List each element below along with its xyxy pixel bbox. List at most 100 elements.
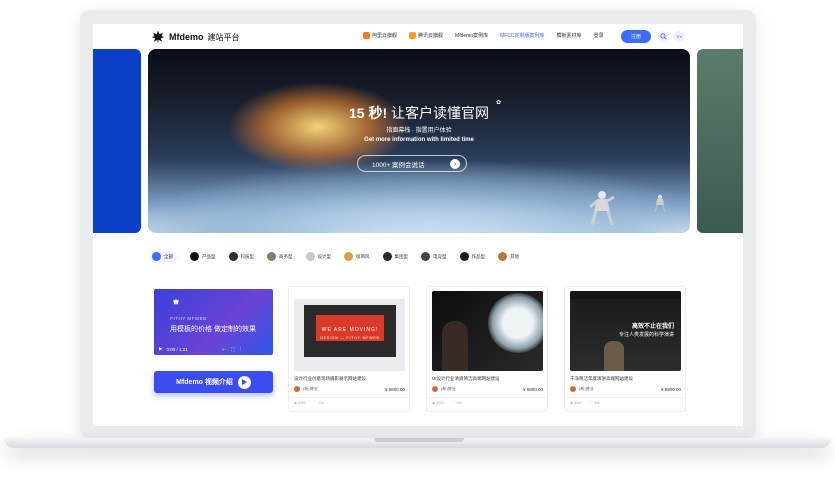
category-design[interactable]: 设计型 — [305, 252, 332, 261]
category-business[interactable]: 商务型 — [267, 252, 293, 261]
eye-icon: ◉ 8967 — [570, 401, 582, 405]
register-button[interactable]: 注册 — [621, 30, 651, 43]
fullscreen-icon[interactable]: ⛶ — [231, 347, 234, 352]
laptop-base — [4, 438, 831, 448]
category-avatar — [382, 252, 392, 261]
hero-cta-button[interactable]: 1000+ 案例会说话 › — [357, 155, 467, 172]
video-controls: ▶ 0:00 / 1:21 🔈 ⛶ ⋮ — [154, 343, 273, 355]
video-intro-button[interactable]: Mfdemo 视频介绍 — [154, 371, 273, 393]
category-avatar — [190, 252, 199, 261]
heart-icon: ♡ 134 — [313, 401, 324, 405]
category-avatar — [421, 252, 430, 261]
category-label: 设计型 — [317, 253, 332, 259]
nav-item-cases[interactable]: Mfdemo案例库 — [455, 32, 488, 39]
nav-label: 腾讯云旗舰 — [418, 33, 444, 39]
laptop-notch — [374, 438, 464, 442]
case-stats: ◉ 6980 ♡ 134 — [294, 401, 324, 405]
hero-banner: 15 秒! 让客户读懂官网 ✿ 指面幕栈 · 指置用户体验 Get more i… — [148, 49, 690, 233]
thumb-headline: 高效不止在我们 — [631, 324, 674, 330]
hand-cursor-icon: ✿ — [496, 100, 502, 106]
tencent-badge-icon — [409, 32, 417, 39]
case-card[interactable]: 高效不止在我们 专注人类发展的科学演讲 干净简洁年度演讲高端网站建设 (新)博业… — [564, 286, 686, 412]
thumb-subline: DESIGN — PITHY·MFWEB — [320, 336, 380, 340]
search-button[interactable] — [658, 31, 669, 42]
volume-icon[interactable]: 🔈 — [222, 346, 228, 352]
likes-count: 190 — [455, 401, 462, 405]
divider — [289, 397, 409, 398]
case-thumbnail: 高效不止在我们 专注人类发展的科学演讲 — [570, 291, 681, 371]
nav-label: 阿里云旗舰 — [372, 33, 398, 39]
case-price: ¥ 6800.00 — [384, 386, 405, 392]
author-name: (新)博业 — [579, 386, 594, 391]
arrow-right-icon: › — [450, 159, 460, 169]
author-avatar — [570, 386, 576, 392]
category-label: 产品型 — [202, 253, 216, 259]
hero-cta-label: 1000+ 案例会说话 — [372, 161, 425, 169]
category-esports[interactable]: 电竞型 — [421, 252, 447, 261]
category-avatar — [152, 252, 161, 261]
video-time: 0:00 / 1:21 — [166, 346, 188, 352]
video-intro-card: PITHY MFWEB 用模板的价格 做定制的效果 ▶ 0:00 / 1:21 … — [148, 286, 277, 414]
site-logo[interactable]: Mfdemo 建站平台 — [151, 30, 240, 44]
category-avatar — [344, 252, 353, 261]
case-title: 干净简洁年度演讲高端网站建设 — [570, 376, 633, 381]
language-switch[interactable]: En — [674, 31, 685, 42]
video-title: 用模板的价格 做定制的效果 — [170, 326, 256, 333]
hero-title-bold: 15 秒! — [348, 105, 388, 121]
category-product[interactable]: 产品型 — [190, 252, 216, 261]
case-meta: (新)博业 ¥ 6800.00 — [432, 386, 543, 392]
divider — [427, 397, 547, 398]
case-stats: ◉ 5002 ♡ 190 — [432, 401, 462, 405]
case-card[interactable]: WE ARE MOVING! DESIGN — PITHY·MFWEB 设计行业… — [288, 286, 410, 412]
maple-leaf-icon — [172, 298, 180, 306]
case-thumbnail — [432, 291, 543, 371]
category-avatar — [498, 252, 507, 261]
nav-item-mfcc-cases[interactable]: MFCC定制版案例库 — [500, 32, 544, 39]
hero-title: 15 秒! 让客户读懂官网 — [148, 103, 690, 123]
case-card[interactable]: UI设计行业清爽简洁高端网站建设 (新)博业 ¥ 6800.00 ◉ 5002 ♡ … — [426, 286, 548, 412]
divider — [565, 397, 685, 398]
site-header: Mfdemo 建站平台 阿里云旗舰 腾讯云旗舰 Mfdemo案例库 MFCC定制… — [93, 24, 743, 50]
category-avatar — [267, 252, 276, 261]
category-label: 极简风 — [356, 253, 370, 259]
case-title: 设计行业创意现场摄影展示网站建设 — [294, 376, 366, 381]
views-count: 5002 — [436, 401, 444, 405]
category-label: 商务型 — [279, 253, 293, 259]
carousel-prev-slide[interactable] — [93, 49, 141, 233]
category-all[interactable]: 全部 — [151, 251, 177, 262]
play-icon[interactable]: ▶ — [159, 346, 162, 352]
category-label: 其他 — [510, 253, 519, 259]
intro-video-player[interactable]: PITHY MFWEB 用模板的价格 做定制的效果 ▶ 0:00 / 1:21 … — [154, 289, 273, 355]
category-label: 集团型 — [394, 253, 409, 259]
case-meta: (新)博业 ¥ 6800.00 — [294, 386, 405, 392]
more-icon[interactable]: ⋮ — [239, 346, 244, 352]
category-other[interactable]: 其他 — [498, 252, 519, 261]
category-label: 科技型 — [240, 253, 255, 259]
nav-item-login[interactable]: 登录 — [594, 32, 604, 39]
hero-tagline: Get more information with limited time — [364, 137, 474, 143]
astronaut-figure — [654, 194, 666, 213]
logo-brand: Mfdemo — [169, 32, 204, 42]
video-intro-label: Mfdemo 视频介绍 — [176, 379, 233, 386]
category-group[interactable]: 集团型 — [382, 252, 409, 261]
carousel-next-slide[interactable] — [697, 49, 743, 233]
eye-icon: ◉ 5002 — [432, 401, 444, 405]
category-label: 全部 — [164, 253, 173, 259]
nav-item-tencent[interactable]: 腾讯云旗舰 — [409, 32, 443, 39]
author-avatar — [294, 386, 300, 392]
category-tech[interactable]: 科技型 — [228, 252, 255, 261]
category-avatar — [305, 252, 315, 261]
play-circle-icon — [237, 375, 251, 389]
category-portfolio[interactable]: 作品型 — [459, 252, 486, 261]
category-label: 作品型 — [471, 253, 486, 259]
author-name: (新)博业 — [303, 386, 318, 391]
category-minimal[interactable]: 极简风 — [344, 252, 370, 261]
eye-icon: ◉ 6980 — [294, 401, 306, 405]
hero-subtitle: 指面幕栈 · 指置用户体验 — [386, 128, 452, 134]
views-count: 6980 — [298, 401, 306, 405]
thumb-subline: 专注人类发展的科学演讲 — [618, 332, 674, 338]
nav-item-aliyun[interactable]: 阿里云旗舰 — [363, 32, 397, 39]
nav-item-templates[interactable]: 模板素材库 — [557, 32, 582, 39]
maple-leaf-icon — [151, 30, 165, 44]
video-brand: PITHY MFWEB — [170, 316, 207, 321]
